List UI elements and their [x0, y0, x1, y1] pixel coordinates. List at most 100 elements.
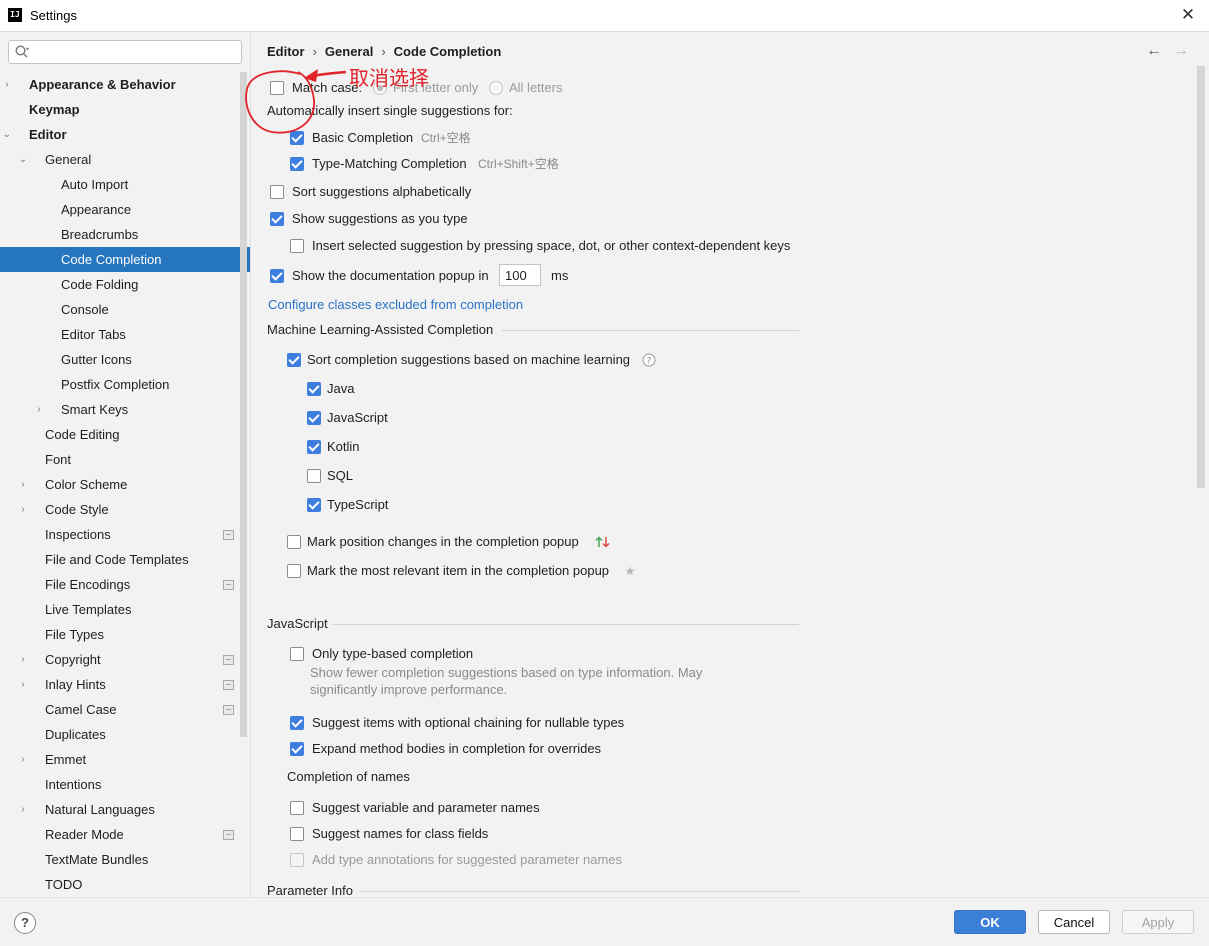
all-letters-radio[interactable]	[489, 81, 503, 95]
chevron-right-icon[interactable]: ›	[2, 72, 12, 97]
sidebar-item[interactable]: Live Templates	[0, 597, 250, 622]
doc-popup-checkbox[interactable]	[270, 269, 284, 283]
help-question-icon[interactable]: ?	[642, 353, 656, 367]
sidebar-item[interactable]: File and Code Templates	[0, 547, 250, 572]
sidebar-scrollbar[interactable]	[240, 72, 247, 737]
mark-relevant-checkbox[interactable]	[287, 564, 301, 578]
back-arrow-icon[interactable]: ←	[1146, 42, 1162, 60]
sidebar-item-label: Intentions	[45, 777, 102, 792]
ml-language-checkbox[interactable]	[307, 411, 321, 425]
chevron-down-icon[interactable]: ⌄	[2, 122, 12, 147]
sidebar-item-label: Appearance	[61, 202, 132, 217]
chevron-right-icon[interactable]: ›	[18, 797, 28, 822]
chevron-right-icon[interactable]: ›	[18, 672, 28, 697]
type-matching-checkbox[interactable]	[290, 157, 304, 171]
javascript-section-header: JavaScript	[267, 614, 799, 634]
ml-language-checkbox[interactable]	[307, 498, 321, 512]
sidebar-item[interactable]: File Encodings	[0, 572, 250, 597]
sidebar-item[interactable]: Auto Import	[0, 172, 250, 197]
sidebar-item[interactable]: Code Editing	[0, 422, 250, 447]
optional-chaining-checkbox[interactable]	[290, 716, 304, 730]
type-based-checkbox[interactable]	[290, 647, 304, 661]
sidebar-item-label: Gutter Icons	[61, 352, 132, 367]
help-icon[interactable]: ?	[14, 912, 36, 934]
chevron-right-icon[interactable]: ›	[18, 472, 28, 497]
content-scrollbar[interactable]	[1197, 66, 1205, 488]
configure-excluded-classes-link[interactable]: Configure classes excluded from completi…	[268, 297, 523, 312]
sidebar-item[interactable]: › Copyright	[0, 647, 250, 672]
sidebar-item-label: Live Templates	[45, 602, 132, 617]
sidebar-item[interactable]: › Smart Keys	[0, 397, 250, 422]
sidebar-item[interactable]: Camel Case	[0, 697, 250, 722]
mark-position-checkbox[interactable]	[287, 535, 301, 549]
sort-alpha-checkbox[interactable]	[270, 185, 284, 199]
sidebar-item[interactable]: Appearance	[0, 197, 250, 222]
sidebar-item[interactable]: Gutter Icons	[0, 347, 250, 372]
ml-section-title: Machine Learning-Assisted Completion	[267, 322, 494, 337]
sidebar-item[interactable]: Font	[0, 447, 250, 472]
cancel-button[interactable]: Cancel	[1038, 910, 1110, 934]
chevron-right-icon[interactable]: ›	[18, 497, 28, 522]
section-divider	[333, 624, 799, 625]
sidebar-item[interactable]: ⌄ Editor	[0, 122, 250, 147]
show-as-type-checkbox[interactable]	[270, 212, 284, 226]
chevron-down-icon[interactable]: ⌄	[18, 147, 28, 172]
sidebar-item[interactable]: Intentions	[0, 772, 250, 797]
sidebar-item[interactable]: TODO	[0, 872, 250, 897]
settings-search-input[interactable]	[8, 40, 242, 64]
breadcrumb-editor[interactable]: Editor	[267, 44, 305, 59]
sidebar-item[interactable]: › Natural Languages	[0, 797, 250, 822]
doc-popup-label: Show the documentation popup in	[292, 268, 489, 283]
sidebar-item[interactable]: Keymap	[0, 97, 250, 122]
ok-button[interactable]: OK	[954, 910, 1026, 934]
doc-popup-delay-input[interactable]: 100	[499, 264, 541, 286]
sidebar-item-label: Editor	[29, 127, 67, 142]
expand-bodies-label: Expand method bodies in completion for o…	[312, 741, 602, 756]
chevron-right-icon[interactable]: ›	[34, 397, 44, 422]
sidebar-item[interactable]: › Appearance & Behavior	[0, 72, 250, 97]
javascript-section-title: JavaScript	[267, 616, 328, 631]
sidebar-item[interactable]: › Color Scheme	[0, 472, 250, 497]
annotation-text: 取消选择	[349, 66, 429, 90]
sidebar-item[interactable]: File Types	[0, 622, 250, 647]
var-names-checkbox[interactable]	[290, 801, 304, 815]
expand-bodies-checkbox[interactable]	[290, 742, 304, 756]
sidebar-item-label: Code Editing	[45, 427, 120, 442]
settings-content: Editor › General › Code Completion ← → Match…	[251, 32, 1209, 897]
breadcrumb-general[interactable]: General	[325, 44, 373, 59]
sidebar-item[interactable]: ⌄ General	[0, 147, 250, 172]
doc-popup-unit: ms	[551, 268, 569, 283]
insert-selected-label: Insert selected suggestion by pressing s…	[312, 238, 791, 253]
type-matching-label: Type-Matching Completion	[312, 156, 467, 171]
sidebar-item[interactable]: Breadcrumbs	[0, 222, 250, 247]
ml-language-checkbox[interactable]	[307, 469, 321, 483]
sidebar-item[interactable]: Reader Mode	[0, 822, 250, 847]
ml-language-checkbox[interactable]	[307, 440, 321, 454]
sidebar-item[interactable]: › Inlay Hints	[0, 672, 250, 697]
sidebar-item[interactable]: › Emmet	[0, 747, 250, 772]
sidebar-item[interactable]: Console	[0, 297, 250, 322]
ml-language-checkbox[interactable]	[307, 382, 321, 396]
close-window-icon[interactable]: ✕	[1178, 5, 1198, 25]
sidebar-item[interactable]: Code Folding	[0, 272, 250, 297]
sidebar-item[interactable]: Postfix Completion	[0, 372, 250, 397]
sidebar-item[interactable]: Inspections	[0, 522, 250, 547]
parameter-info-section-title: Parameter Info	[267, 883, 353, 897]
sidebar-item[interactable]: Code Completion	[0, 247, 250, 272]
sidebar-item[interactable]: Editor Tabs	[0, 322, 250, 347]
sort-ml-checkbox[interactable]	[287, 353, 301, 367]
breadcrumb: Editor › General › Code Completion	[267, 44, 501, 59]
mark-relevant-label: Mark the most relevant item in the compl…	[307, 563, 610, 578]
chevron-right-icon[interactable]: ›	[18, 747, 28, 772]
insert-selected-checkbox[interactable]	[290, 239, 304, 253]
chevron-right-icon[interactable]: ›	[18, 647, 28, 672]
sidebar-item[interactable]: TextMate Bundles	[0, 847, 250, 872]
ml-language-label: SQL	[327, 468, 354, 483]
class-fields-checkbox[interactable]	[290, 827, 304, 841]
position-change-arrows-icon	[595, 536, 610, 548]
breadcrumb-code-completion: Code Completion	[393, 44, 502, 59]
forward-arrow-icon[interactable]: →	[1173, 42, 1189, 60]
sidebar-item[interactable]: Duplicates	[0, 722, 250, 747]
parameter-info-section-header: Parameter Info	[267, 881, 799, 897]
sidebar-item[interactable]: › Code Style	[0, 497, 250, 522]
